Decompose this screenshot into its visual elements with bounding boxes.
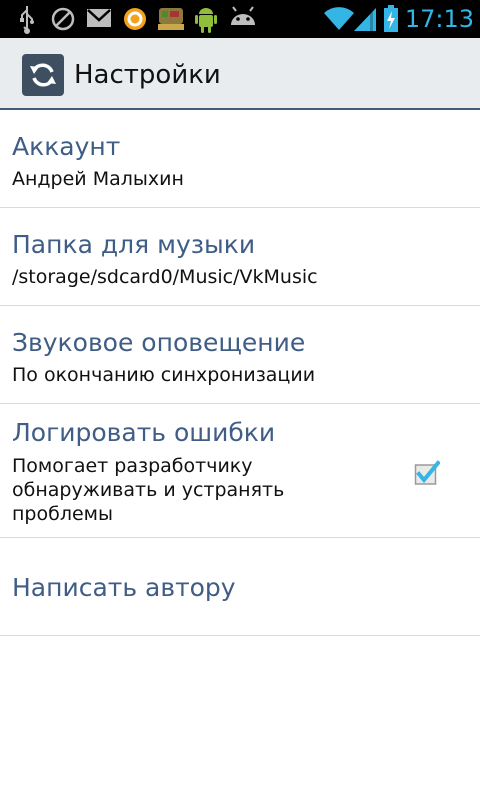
gmail-icon xyxy=(87,9,111,27)
clock: 17:13 xyxy=(404,5,474,33)
setting-title: Аккаунт xyxy=(12,132,121,161)
sync-icon[interactable] xyxy=(22,54,64,96)
usb-icon xyxy=(20,6,34,34)
signal-icon xyxy=(354,8,376,31)
setting-summary: /storage/sdcard0/Music/VkMusic xyxy=(12,266,318,288)
android-head-icon xyxy=(231,6,255,25)
summary-line: проблемы xyxy=(12,503,113,525)
setting-summary: По окончанию синхронизации xyxy=(12,364,316,386)
android-icon xyxy=(195,8,217,33)
log-errors-checkbox[interactable] xyxy=(414,460,440,486)
blocked-icon xyxy=(51,7,75,31)
setting-title: Звуковое оповещение xyxy=(12,328,306,357)
action-bar: Настройки xyxy=(0,38,480,110)
settings-list: Аккаунт Андрей Малыхин Папка для музыки … xyxy=(0,110,480,636)
setting-account[interactable]: Аккаунт Андрей Малыхин xyxy=(0,110,480,208)
setting-summary: Андрей Малыхин xyxy=(12,168,184,190)
setting-title: Написать автору xyxy=(12,573,236,602)
setting-title: Папка для музыки xyxy=(12,230,256,259)
app-circle-icon xyxy=(124,8,146,30)
wifi-icon xyxy=(324,7,354,31)
setting-summary: Помогает разработчику обнаруживать и уст… xyxy=(12,454,284,526)
setting-sound-notification[interactable]: Звуковое оповещение По окончанию синхрон… xyxy=(0,306,480,404)
setting-log-errors[interactable]: Логировать ошибки Помогает разработчику … xyxy=(0,404,480,538)
setting-write-author[interactable]: Написать автору xyxy=(0,538,480,636)
setting-music-folder[interactable]: Папка для музыки /storage/sdcard0/Music/… xyxy=(0,208,480,306)
summary-line: обнаруживать и устранять xyxy=(12,479,285,501)
summary-line: Помогает разработчику xyxy=(12,455,253,477)
setting-title: Логировать ошибки xyxy=(12,418,276,447)
battery-charging-icon xyxy=(384,5,398,32)
meat-app-icon xyxy=(158,8,184,30)
status-bar: 17:13 xyxy=(0,0,480,38)
page-title: Настройки xyxy=(74,60,221,90)
